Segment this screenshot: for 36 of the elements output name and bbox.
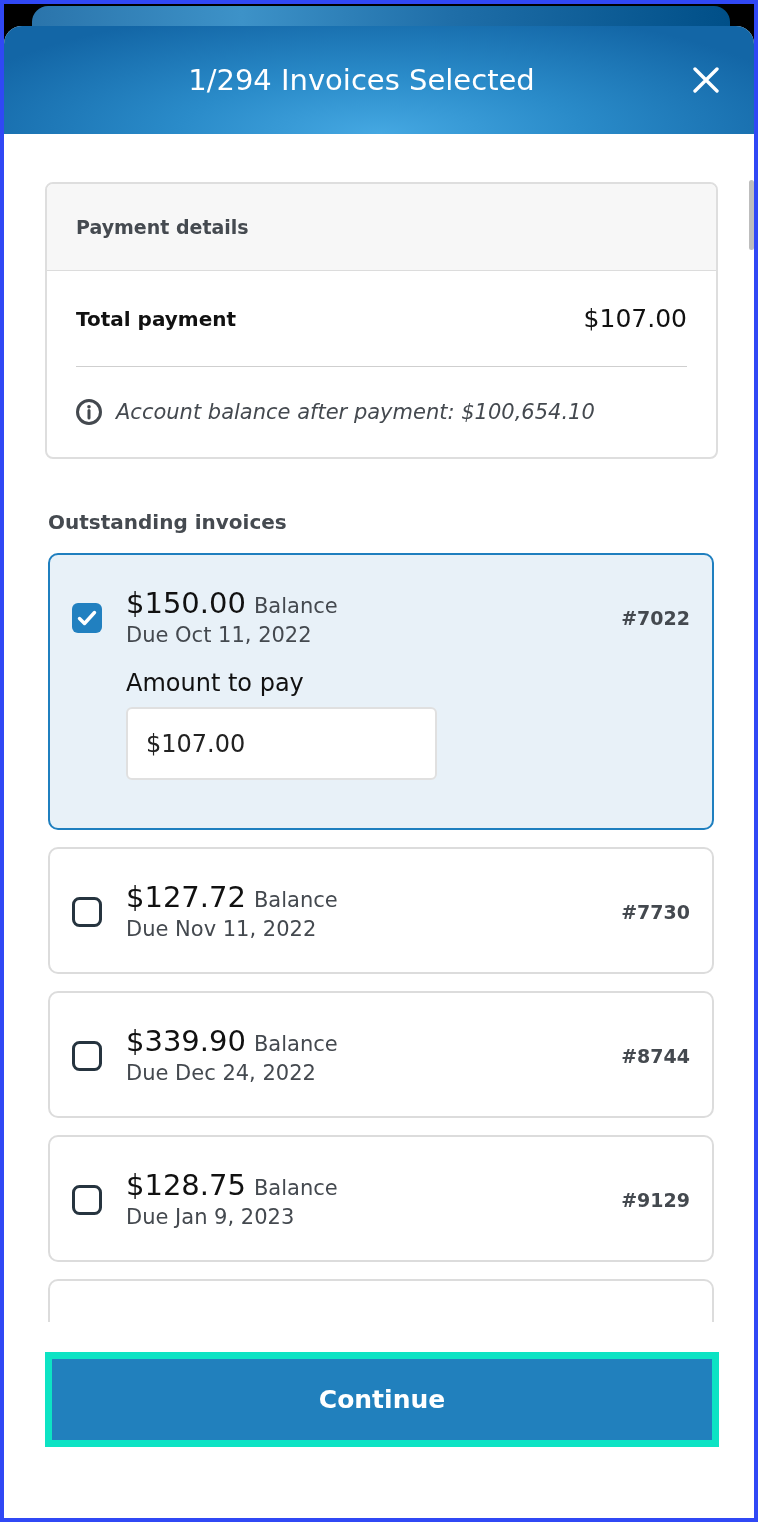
invoice-amount: $128.75 xyxy=(126,1168,246,1202)
due-date: Due Dec 24, 2022 xyxy=(126,1061,316,1085)
balance-label: Balance xyxy=(253,1031,338,1058)
due-date: Due Nov 11, 2022 xyxy=(126,917,317,941)
invoice-number: #7730 xyxy=(621,900,690,924)
payment-details-heading: Payment details xyxy=(47,184,716,271)
invoice-card[interactable]: $127.72 Balance Due Nov 11, 2022 #7730 xyxy=(48,847,714,974)
due-date: Due Jan 9, 2023 xyxy=(126,1205,295,1229)
continue-button[interactable]: Continue xyxy=(45,1352,719,1447)
balance-note: Account balance after payment: $100,654.10 xyxy=(116,399,595,425)
section-heading: Outstanding invoices xyxy=(48,509,288,535)
invoice-number: #8744 xyxy=(621,1044,690,1068)
sheet-title: 1/294 Invoices Selected xyxy=(188,62,535,98)
info-icon xyxy=(76,399,102,425)
amount-input[interactable]: $107.00 xyxy=(126,707,437,780)
invoice-amount: $150.00 xyxy=(126,586,246,620)
amount-to-pay-label: Amount to pay xyxy=(126,669,304,697)
checked-checkbox[interactable] xyxy=(72,603,102,633)
invoice-number: #7022 xyxy=(621,606,690,630)
close-icon[interactable] xyxy=(693,67,719,93)
invoice-card[interactable]: $339.90 Balance Due Dec 24, 2022 #8744 xyxy=(48,991,714,1118)
invoice-number: #9129 xyxy=(621,1188,690,1212)
invoice-card[interactable]: $128.75 Balance Due Jan 9, 2023 #9129 xyxy=(48,1135,714,1262)
total-label: Total payment xyxy=(76,305,237,332)
balance-label: Balance xyxy=(253,593,338,620)
invoice-card[interactable]: $150.00 Balance Due Oct 11, 2022 #7022 Amount to pay $107.00 xyxy=(48,553,714,830)
checkbox[interactable] xyxy=(72,1185,102,1215)
invoice-amount: $339.90 xyxy=(126,1024,246,1058)
invoice-amount: $127.72 xyxy=(126,880,246,914)
checkbox[interactable] xyxy=(72,1041,102,1071)
total-amount: $107.00 xyxy=(583,303,687,334)
scrollbar-thumb[interactable] xyxy=(749,180,754,250)
balance-label: Balance xyxy=(253,887,338,914)
balance-label: Balance xyxy=(253,1175,338,1202)
checkbox[interactable] xyxy=(72,897,102,927)
due-date: Due Oct 11, 2022 xyxy=(126,623,312,647)
